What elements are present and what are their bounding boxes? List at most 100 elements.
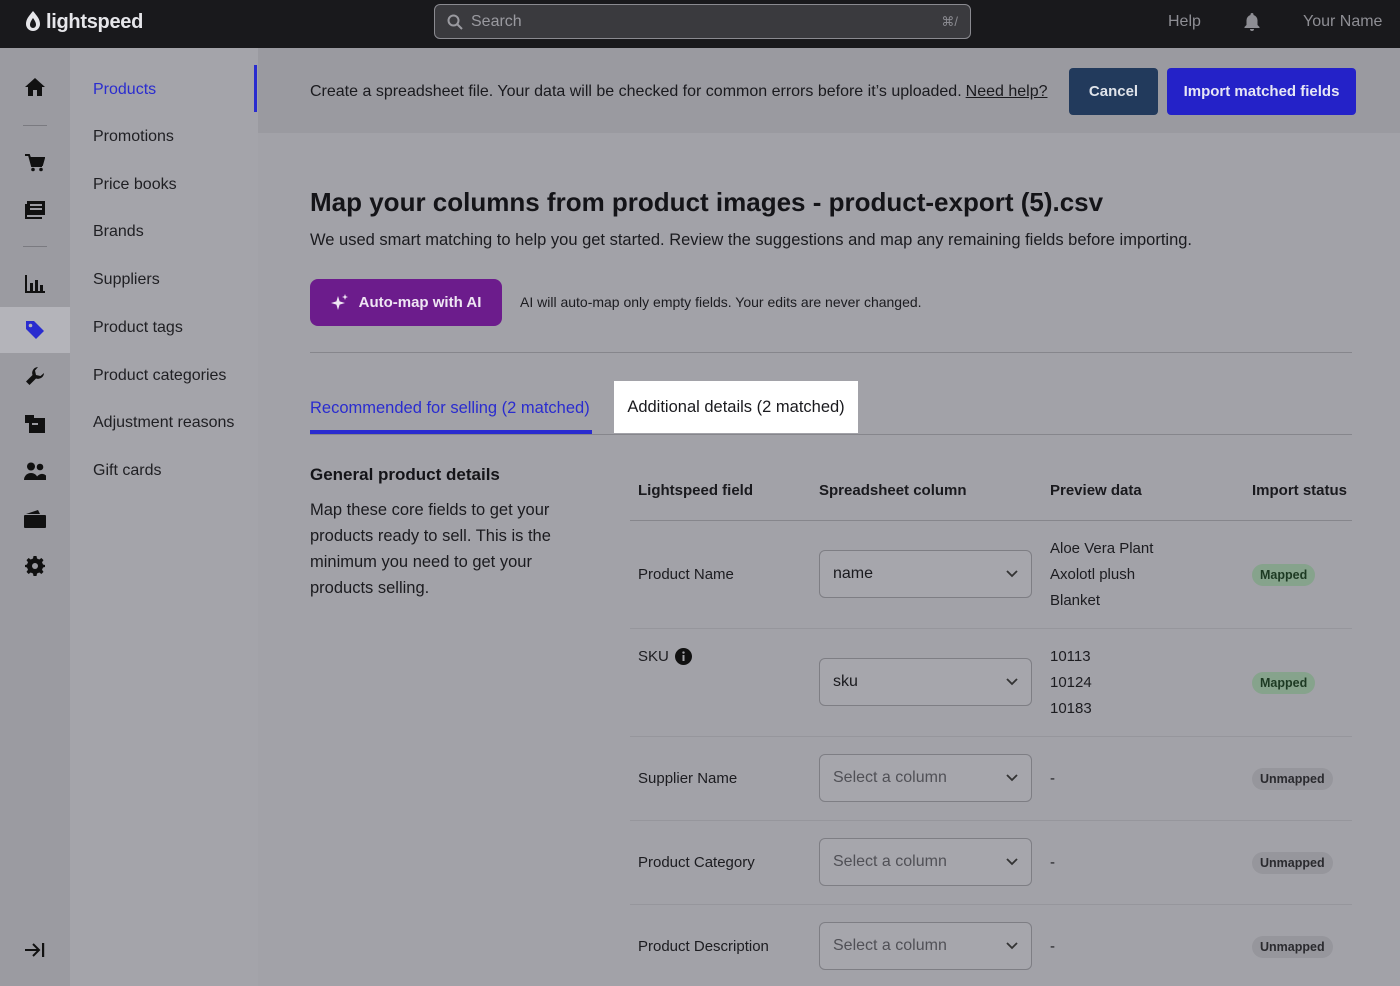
chevron-down-icon (1006, 858, 1018, 866)
search-icon (447, 14, 463, 30)
reports-icon (25, 275, 45, 293)
column-select-product-name[interactable]: name (819, 550, 1032, 598)
column-select-supplier-name[interactable]: Select a column (819, 754, 1032, 802)
preview-value: - (1050, 938, 1055, 955)
section-divider (310, 352, 1352, 353)
field-sku-label: SKU (638, 648, 669, 665)
subnav-item-price-books[interactable]: Price books (93, 176, 177, 194)
preview-product-category: - (1050, 850, 1055, 876)
status-badge: Mapped (1252, 672, 1316, 694)
chevron-down-icon (1006, 678, 1018, 686)
status-badge: Unmapped (1252, 852, 1333, 874)
need-help-link[interactable]: Need help? (966, 83, 1048, 100)
field-product-name: Product Name (638, 566, 734, 583)
rail-register[interactable] (0, 187, 70, 233)
chevron-down-icon (1006, 570, 1018, 578)
wallet-icon (24, 510, 46, 528)
inventory-icon (25, 415, 45, 433)
rail-setup[interactable] (0, 353, 70, 399)
preview-supplier-name: - (1050, 766, 1055, 792)
rail-settings[interactable] (0, 543, 70, 589)
cart-icon (25, 154, 45, 172)
ai-note: AI will auto-map only empty fields. Your… (520, 294, 922, 310)
user-menu[interactable]: Your Name (1303, 13, 1382, 31)
import-banner: Create a spreadsheet file. Your data wil… (258, 48, 1400, 133)
chevron-down-icon (1006, 942, 1018, 950)
rail-wallet[interactable] (0, 496, 70, 542)
tabs-divider (310, 434, 1352, 435)
preview-value: 10183 (1050, 700, 1092, 717)
sparkle-icon (330, 293, 348, 310)
preview-value: Aloe Vera Plant (1050, 540, 1154, 557)
select-placeholder: Select a column (833, 769, 947, 786)
preview-product-name: Aloe Vera Plant Axolotl plush Blanket (1050, 536, 1153, 614)
help-link[interactable]: Help (1168, 13, 1201, 31)
field-sku: SKU (638, 648, 692, 665)
subnav-item-suppliers[interactable]: Suppliers (93, 271, 160, 289)
register-icon (25, 201, 45, 219)
subnav-item-gift-cards[interactable]: Gift cards (93, 462, 161, 480)
brand-logo[interactable]: lightspeed (24, 10, 143, 34)
tab-recommended-for-selling[interactable]: Recommended for selling (2 matched) (310, 399, 590, 418)
brand-name: lightspeed (46, 10, 144, 33)
field-supplier-name: Supplier Name (638, 770, 738, 787)
rail-catalog[interactable] (0, 307, 70, 353)
chevron-down-icon (1006, 774, 1018, 782)
banner-message: Create a spreadsheet file. Your data wil… (310, 83, 1047, 101)
column-header-preview-data: Preview data (1050, 482, 1142, 499)
row-divider (630, 904, 1352, 905)
top-bar: lightspeed Search ⌘/ Help Your Name (0, 0, 1400, 48)
column-select-product-description[interactable]: Select a column (819, 922, 1032, 970)
subnav-item-adjustment-reasons[interactable]: Adjustment reasons (93, 414, 234, 432)
field-product-category: Product Category (638, 854, 755, 871)
info-icon[interactable] (674, 648, 692, 665)
subnav-item-product-categories[interactable]: Product categories (93, 367, 226, 385)
preview-value: 10124 (1050, 674, 1092, 691)
flame-icon (26, 11, 40, 31)
rail-reports[interactable] (0, 261, 70, 307)
rail-home[interactable] (0, 64, 70, 110)
subnav-item-product-tags[interactable]: Product tags (93, 319, 183, 337)
subnav-item-brands[interactable]: Brands (93, 223, 144, 241)
cancel-button[interactable]: Cancel (1069, 68, 1158, 115)
column-select-sku[interactable]: sku (819, 658, 1032, 706)
settings-icon (25, 556, 45, 576)
subnav-item-promotions[interactable]: Promotions (93, 128, 174, 146)
search-input[interactable]: Search ⌘/ (434, 4, 971, 39)
rail-inventory[interactable] (0, 401, 70, 447)
field-product-description: Product Description (638, 938, 769, 955)
expand-sidebar-button[interactable] (0, 927, 70, 973)
column-header-import-status: Import status (1252, 482, 1348, 499)
bell-icon[interactable] (1243, 12, 1261, 37)
status-badge: Unmapped (1252, 936, 1333, 958)
tab-additional-details[interactable]: Additional details (2 matched) (614, 381, 858, 433)
column-header-spreadsheet-column: Spreadsheet column (819, 482, 967, 499)
row-divider (630, 820, 1352, 821)
customers-icon (24, 462, 46, 480)
table-header-divider (630, 520, 1352, 521)
active-nav-indicator (254, 65, 257, 112)
import-matched-fields-button[interactable]: Import matched fields (1167, 68, 1356, 115)
auto-map-ai-label: Auto-map with AI (358, 294, 482, 311)
subnav-item-products[interactable]: Products (93, 81, 156, 99)
select-placeholder: Select a column (833, 937, 947, 954)
page-subtitle: We used smart matching to help you get s… (310, 231, 1193, 249)
selected-column: name (833, 565, 874, 582)
auto-map-ai-button[interactable]: Auto-map with AI (310, 279, 502, 326)
banner-text: Create a spreadsheet file. Your data wil… (310, 83, 962, 100)
preview-value: 10113 (1050, 648, 1091, 665)
home-icon (25, 78, 45, 96)
preview-value: Axolotl plush (1050, 566, 1136, 583)
search-shortcut: ⌘/ (941, 13, 958, 29)
page-title: Map your columns from product images - p… (310, 187, 1104, 217)
status-badge: Mapped (1252, 564, 1316, 586)
preview-value: Blanket (1050, 592, 1101, 609)
rail-customers[interactable] (0, 448, 70, 494)
column-select-product-category[interactable]: Select a column (819, 838, 1032, 886)
rail-sell[interactable] (0, 140, 70, 186)
section-title: General product details (310, 465, 500, 484)
row-divider (630, 628, 1352, 629)
preview-product-description: - (1050, 934, 1055, 960)
preview-sku: 10113 10124 10183 (1050, 644, 1092, 722)
status-badge: Unmapped (1252, 768, 1333, 790)
